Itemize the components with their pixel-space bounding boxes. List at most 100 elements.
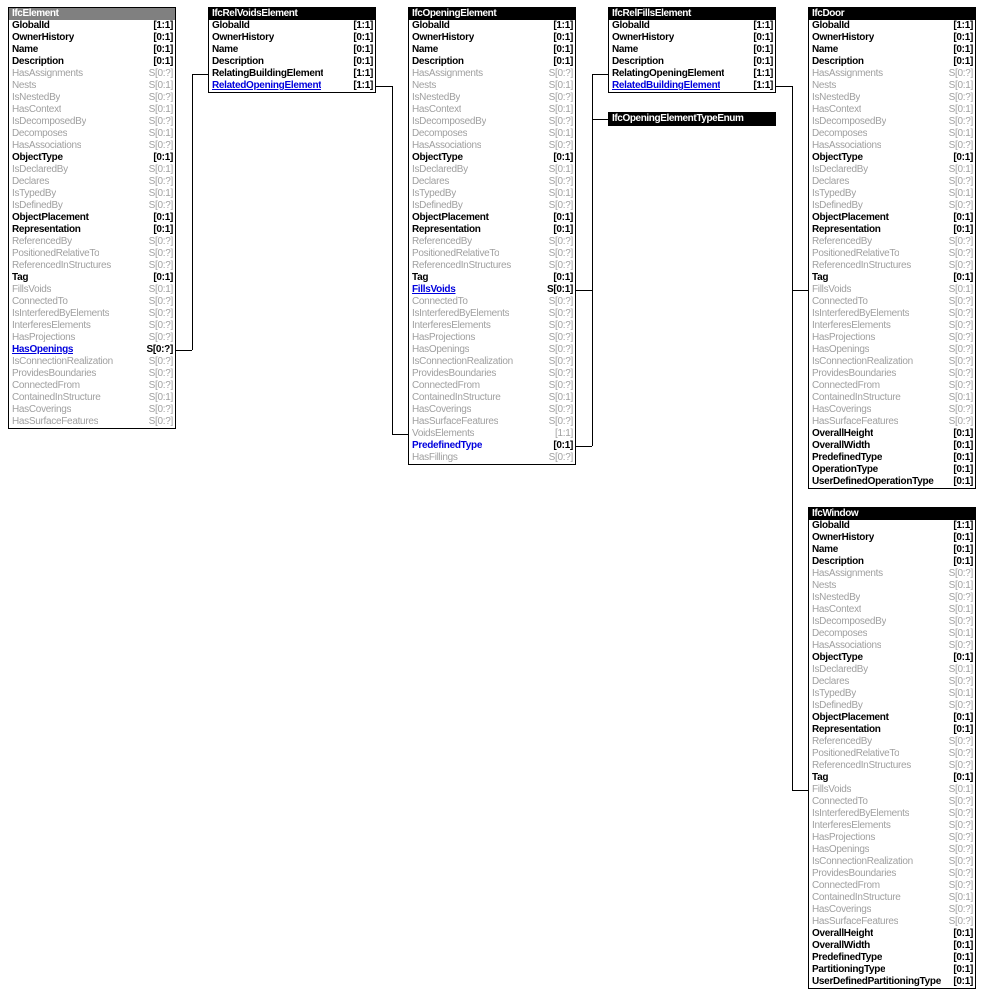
attribute-cardinality: S[0:?] — [948, 856, 974, 867]
attribute-cardinality: S[0:1] — [948, 892, 974, 903]
attribute-row: ReferencedBy S[0:?] — [9, 236, 175, 248]
attribute-row: ReferencedBy S[0:?] — [809, 736, 975, 748]
attribute-cardinality: [0:1] — [953, 772, 973, 783]
attribute-cardinality: S[0:1] — [548, 164, 574, 175]
attribute-cardinality: S[0:?] — [148, 68, 174, 79]
attribute-row: ReferencedInStructures S[0:?] — [409, 260, 575, 272]
attribute-name: IsTypedBy — [812, 688, 856, 699]
attribute-name: ReferencedBy — [812, 236, 872, 247]
attribute-row: ContainedInStructure S[0:1] — [9, 392, 175, 404]
attribute-cardinality: [0:1] — [953, 272, 973, 283]
attribute-name: IsDeclaredBy — [12, 164, 68, 175]
attribute-row: IsDeclaredBy S[0:1] — [9, 164, 175, 176]
attribute-cardinality: [0:1] — [953, 428, 973, 439]
attribute-row: IsDefinedBy S[0:?] — [809, 700, 975, 712]
attribute-name: Name — [812, 544, 839, 555]
attribute-row: HasSurfaceFeatures S[0:?] — [9, 416, 175, 428]
attribute-row: GlobalId [1:1] — [209, 20, 375, 32]
enum-title-ifcopeningelementtypeenum: IfcOpeningElementTypeEnum — [609, 113, 775, 125]
attribute-name: HasProjections — [812, 832, 876, 843]
attribute-name: IsNestedBy — [812, 592, 861, 603]
attribute-row: IsDecomposedBy S[0:?] — [809, 116, 975, 128]
entity-title-ifcdoor: IfcDoor — [809, 8, 975, 20]
attribute-row: ReferencedBy S[0:?] — [409, 236, 575, 248]
attribute-cardinality: [1:1] — [353, 68, 373, 79]
attribute-row: GlobalId [1:1] — [9, 20, 175, 32]
attribute-cardinality: [0:1] — [153, 272, 173, 283]
attribute-row: HasSurfaceFeatures S[0:?] — [809, 916, 975, 928]
attribute-name: Description — [812, 56, 864, 67]
attribute-row: HasProjections S[0:?] — [809, 332, 975, 344]
entity-title-ifcrelfillselement: IfcRelFillsElement — [609, 8, 775, 20]
entity-box-ifcopeningelement[interactable]: IfcOpeningElement GlobalId [1:1] OwnerHisto… — [408, 7, 576, 465]
attribute-row: IsConnectionRealization S[0:?] — [809, 356, 975, 368]
connector-c1-seg-b — [192, 74, 193, 350]
attribute-name: RelatingBuildingElement — [212, 68, 324, 79]
attribute-row: HasProjections S[0:?] — [409, 332, 575, 344]
attribute-name: ObjectType — [812, 652, 863, 663]
attribute-name: HasProjections — [412, 332, 476, 343]
entity-box-ifcwindow[interactable]: IfcWindow GlobalId [1:1] OwnerHistory [0:1] N… — [808, 507, 976, 989]
attribute-cardinality: S[0:1] — [948, 604, 974, 615]
attribute-row: Nests S[0:1] — [809, 580, 975, 592]
attribute-name: HasOpenings — [12, 344, 74, 355]
attribute-name: IsDefinedBy — [412, 200, 463, 211]
attribute-cardinality: S[0:?] — [548, 404, 574, 415]
attribute-row[interactable]: RelatedBuildingElement [1:1] — [609, 80, 775, 92]
attribute-cardinality: S[0:1] — [148, 128, 174, 139]
attribute-name: IsConnectionRealization — [812, 856, 913, 867]
attribute-row: HasSurfaceFeatures S[0:?] — [809, 416, 975, 428]
attribute-list: GlobalId [1:1] OwnerHistory [0:1] Name [0:1] D… — [609, 20, 775, 92]
attribute-cardinality: [0:1] — [953, 464, 973, 475]
attribute-name: ReferencedInStructures — [812, 760, 912, 771]
attribute-cardinality: [0:1] — [953, 152, 973, 163]
attribute-row: HasAssignments S[0:?] — [809, 68, 975, 80]
attribute-cardinality: S[0:1] — [548, 104, 574, 115]
attribute-row: HasOpenings S[0:?] — [809, 844, 975, 856]
attribute-row: HasSurfaceFeatures S[0:?] — [409, 416, 575, 428]
attribute-name: ReferencedBy — [412, 236, 472, 247]
attribute-row[interactable]: FillsVoids S[0:1] — [409, 284, 575, 296]
attribute-name: IsDecomposedBy — [812, 616, 887, 627]
attribute-row: HasAssignments S[0:?] — [809, 568, 975, 580]
attribute-name: HasSurfaceFeatures — [812, 416, 899, 427]
attribute-cardinality: S[0:?] — [948, 796, 974, 807]
attribute-name: ReferencedBy — [12, 236, 72, 247]
attribute-name: Description — [812, 556, 864, 567]
attribute-cardinality: [0:1] — [153, 224, 173, 235]
entity-box-ifcdoor[interactable]: IfcDoor GlobalId [1:1] OwnerHistory [0:1] Nam… — [808, 7, 976, 489]
entity-box-ifcelement[interactable]: IfcElement GlobalId [1:1] OwnerHistory [0:1]… — [8, 7, 176, 429]
attribute-name: IsConnectionRealization — [412, 356, 513, 367]
attribute-cardinality: S[0:?] — [148, 332, 174, 343]
entity-title-ifcrelvoidselement: IfcRelVoidsElement — [209, 8, 375, 20]
attribute-cardinality: [0:1] — [353, 32, 373, 43]
attribute-name: Decomposes — [812, 128, 868, 139]
attribute-row: IsInterferedByElements S[0:?] — [409, 308, 575, 320]
attribute-cardinality: S[0:?] — [548, 380, 574, 391]
attribute-row: Representation [0:1] — [9, 224, 175, 236]
attribute-cardinality: S[0:?] — [548, 176, 574, 187]
connector-c1-seg-a — [176, 350, 192, 351]
attribute-name: Decomposes — [412, 128, 468, 139]
attribute-cardinality: S[0:?] — [148, 116, 174, 127]
attribute-row: OverallHeight [0:1] — [809, 928, 975, 940]
attribute-cardinality: S[0:?] — [948, 380, 974, 391]
entity-box-ifcrelfillselement[interactable]: IfcRelFillsElement GlobalId [1:1] OwnerHist… — [608, 7, 776, 93]
attribute-name: IsInterferedByElements — [412, 308, 510, 319]
connector-c3-seg-a — [576, 290, 592, 291]
attribute-row: IsInterferedByElements S[0:?] — [809, 308, 975, 320]
attribute-row[interactable]: HasOpenings S[0:?] — [9, 344, 175, 356]
attribute-name: IsDefinedBy — [812, 700, 863, 711]
attribute-name: RelatedOpeningElement — [212, 80, 322, 91]
entity-box-ifcrelvoidselement[interactable]: IfcRelVoidsElement GlobalId [1:1] OwnerHist… — [208, 7, 376, 93]
attribute-name: HasProjections — [812, 332, 876, 343]
attribute-name: OverallHeight — [812, 928, 874, 939]
enum-box-ifcopeningelementtypeenum[interactable]: IfcOpeningElementTypeEnum — [608, 112, 776, 126]
attribute-name: FillsVoids — [812, 284, 852, 295]
attribute-row: Name [0:1] — [9, 44, 175, 56]
attribute-row: HasOpenings S[0:?] — [409, 344, 575, 356]
attribute-name: ObjectType — [812, 152, 863, 163]
attribute-row[interactable]: RelatedOpeningElement [1:1] — [209, 80, 375, 92]
attribute-row[interactable]: PredefinedType [0:1] — [409, 440, 575, 452]
attribute-cardinality: S[0:?] — [948, 248, 974, 259]
